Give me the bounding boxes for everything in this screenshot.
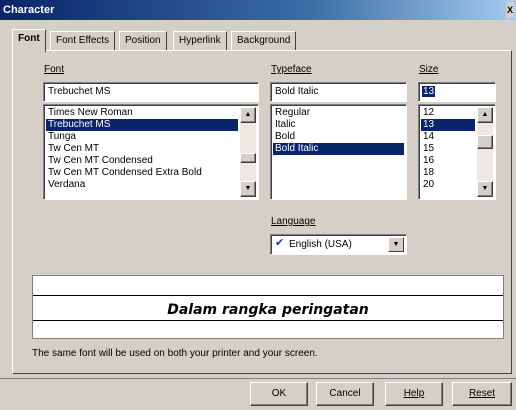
scroll-thumb[interactable] [477,135,493,149]
list-item[interactable]: Verdana [46,179,238,191]
tab-position[interactable]: Position [119,31,167,51]
scroll-up-icon[interactable]: ▲ [477,107,493,123]
list-item[interactable]: Bold Italic [273,143,404,155]
typeface-input[interactable]: Bold Italic [270,82,407,102]
font-list[interactable]: Times New Roman Trebuchet MS Tunga Tw Ce… [43,104,259,200]
list-item[interactable]: 16 [421,155,475,167]
list-item[interactable]: 12 [421,107,475,119]
list-item[interactable]: 18 [421,167,475,179]
scroll-down-icon[interactable]: ▼ [240,181,256,197]
font-label: Font [44,64,65,75]
font-info-note: The same font will be used on both your … [32,348,318,359]
tab-hyperlink[interactable]: Hyperlink [173,31,227,51]
size-input-value: 13 [422,86,436,97]
list-item[interactable]: Tw Cen MT Condensed Extra Bold [46,167,238,179]
list-item[interactable]: Trebuchet MS [46,119,238,131]
list-item[interactable]: 13 [421,119,475,131]
size-input[interactable]: 13 [418,82,496,102]
list-item[interactable]: Tunga [46,131,238,143]
divider [0,378,516,379]
list-item[interactable]: Bold [273,131,404,143]
cancel-button[interactable]: Cancel [316,382,374,406]
tab-font-effects[interactable]: Font Effects [50,31,116,51]
close-icon[interactable]: X [506,2,514,18]
font-list-scrollbar[interactable]: ▲ ▼ [240,107,256,197]
size-list-scrollbar[interactable]: ▲ ▼ [477,107,493,197]
list-item[interactable]: Italic [273,119,404,131]
typeface-label: Typeface [271,64,312,75]
scroll-down-icon[interactable]: ▼ [477,181,493,197]
size-label: Size [419,64,439,75]
language-label: Language [271,216,316,227]
spellcheck-icon: ✔ [275,237,285,249]
preview-text: Dalam rangka peringatan [167,302,369,318]
language-select[interactable]: ✔ English (USA) ▼ [270,234,407,255]
list-item[interactable]: 20 [421,179,475,191]
reset-button[interactable]: Reset [452,382,512,406]
scroll-up-icon[interactable]: ▲ [240,107,256,123]
window-title: Character [3,4,55,16]
list-item[interactable]: Times New Roman [46,107,238,119]
list-item[interactable]: 15 [421,143,475,155]
list-item[interactable]: Regular [273,107,404,119]
title-bar: Character X [0,0,516,20]
typeface-list[interactable]: Regular Italic Bold Bold Italic [270,104,407,200]
list-item[interactable]: 14 [421,131,475,143]
tab-background[interactable]: Background [231,31,297,51]
help-button[interactable]: Help [385,382,443,406]
scroll-thumb[interactable] [240,153,256,163]
language-value: English (USA) [289,239,352,250]
preview-top-line [33,295,503,296]
font-name-input[interactable]: Trebuchet MS [43,82,259,102]
font-preview: Dalam rangka peringatan [32,275,504,339]
list-item[interactable]: Tw Cen MT Condensed [46,155,238,167]
size-list[interactable]: 12 13 14 15 16 18 20 ▲ ▼ [418,104,496,200]
chevron-down-icon[interactable]: ▼ [388,237,404,252]
tab-font[interactable]: Font [12,29,46,52]
ok-button[interactable]: OK [250,382,308,406]
list-item[interactable]: Tw Cen MT [46,143,238,155]
preview-baseline [33,320,503,321]
